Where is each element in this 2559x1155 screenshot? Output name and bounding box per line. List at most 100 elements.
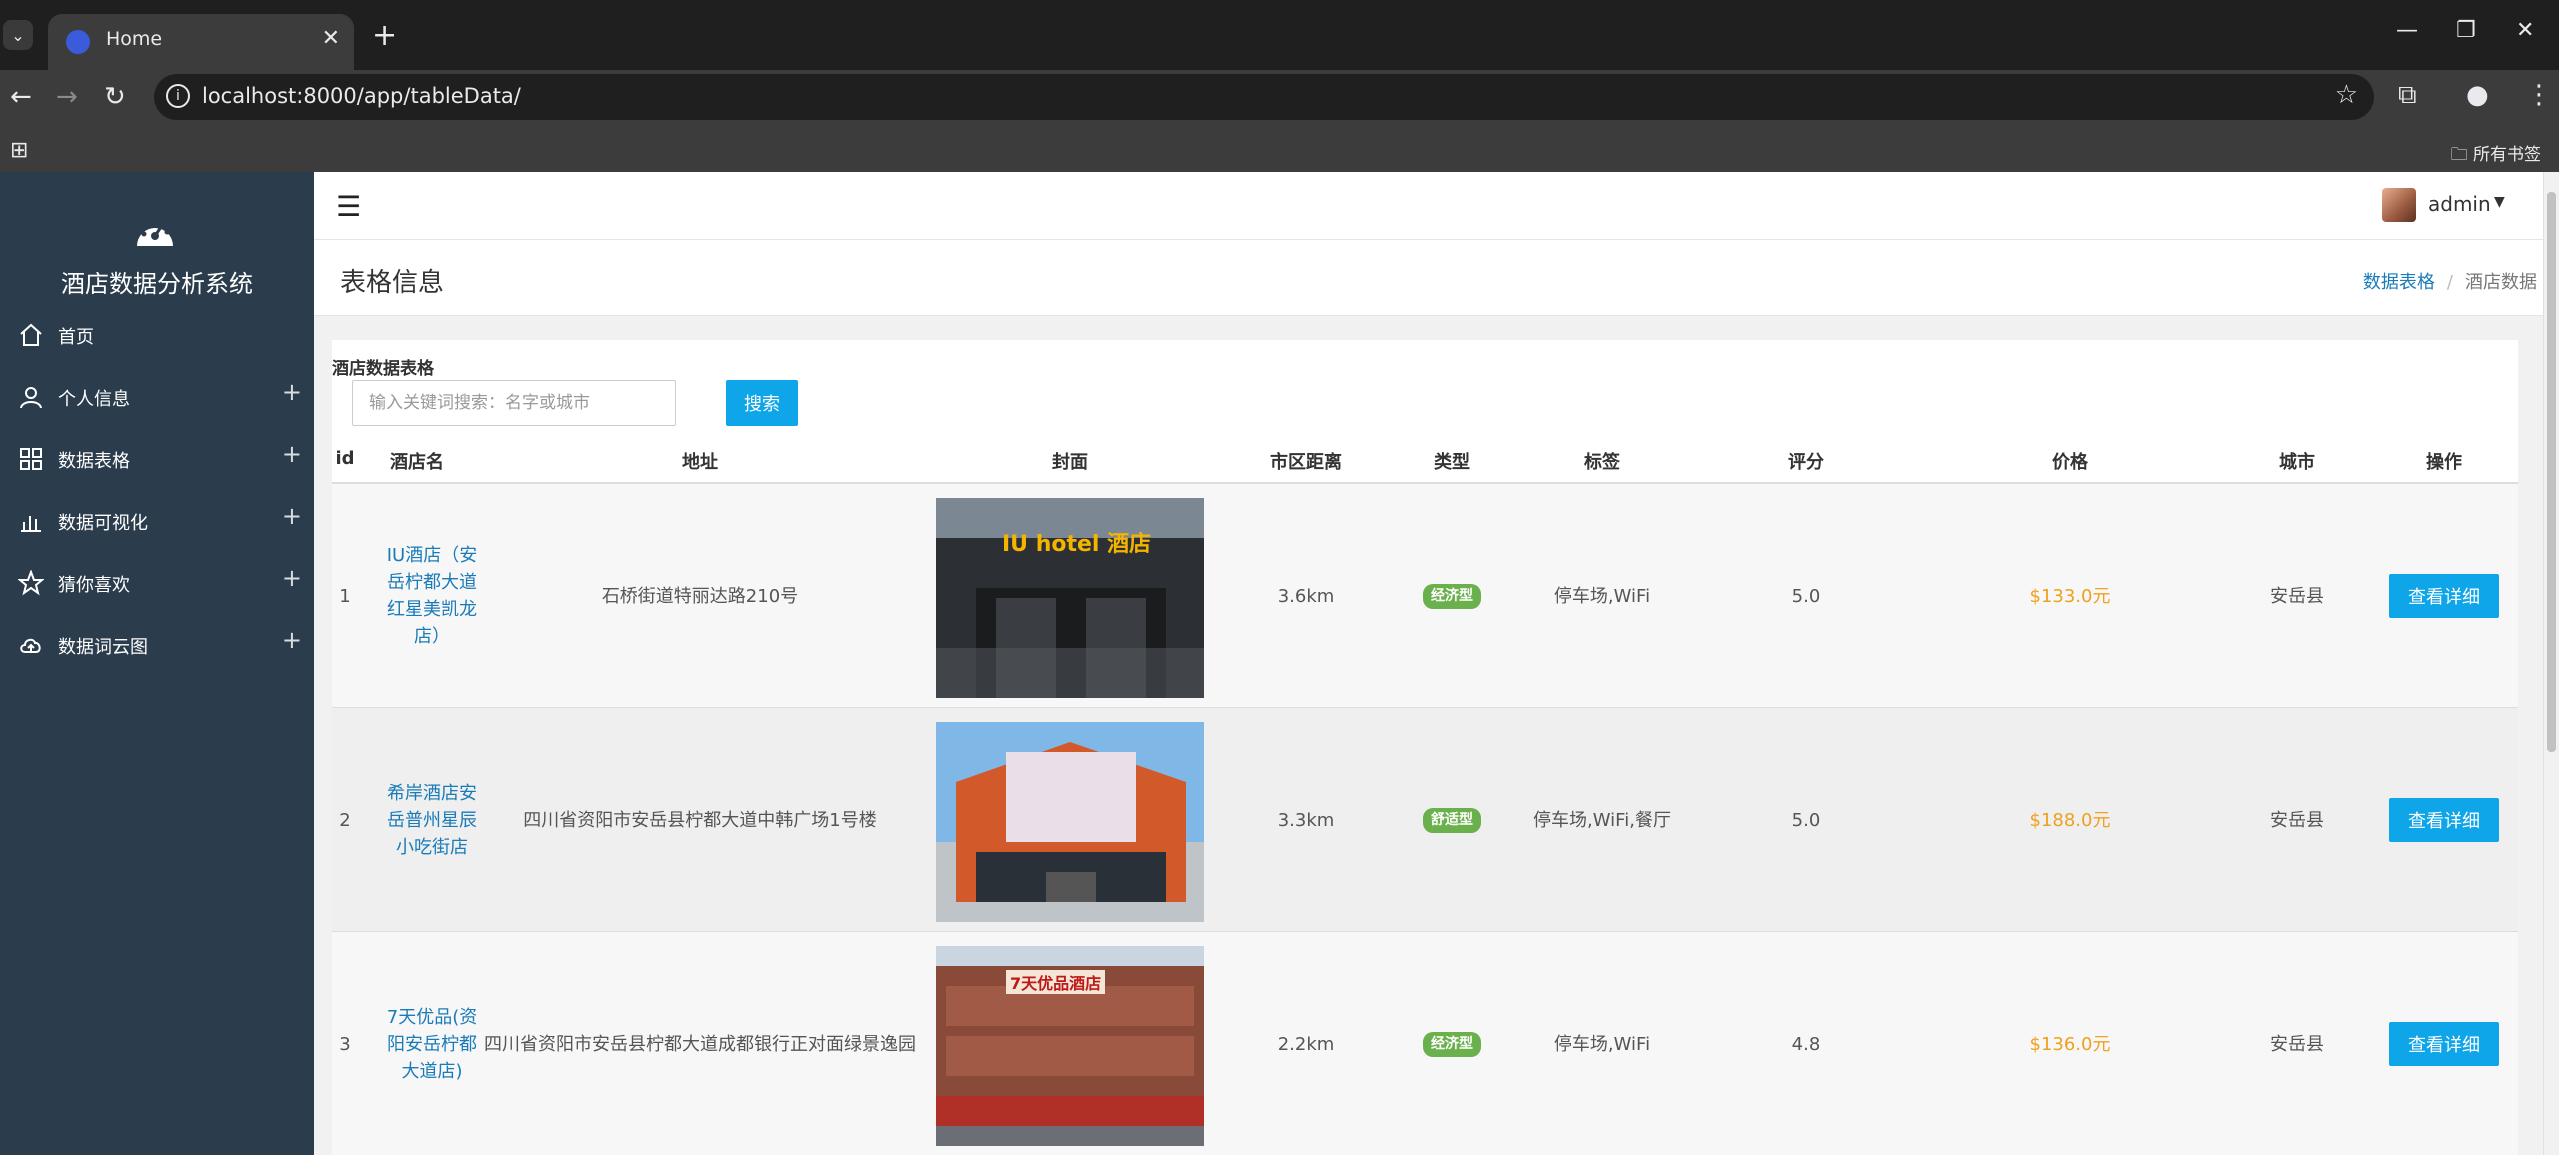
- cell-tags: 停车场,WiFi: [1553, 1033, 1651, 1055]
- sidebar: 酒店数据分析系统 首页 个人信息 + 数据表格 + 数据可视化 + 猜你喜欢 +…: [0, 172, 314, 1155]
- table-row: 1 IU酒店（安岳柠都大道红星美凯龙店） 石桥街道特丽达路210号 IU hot…: [332, 484, 2518, 708]
- cell-id: 3: [339, 1033, 351, 1055]
- hotel-name-link[interactable]: IU酒店（安岳柠都大道红星美凯龙店）: [382, 484, 482, 708]
- table-row: 3 7天优品(资阳安岳柠都大道店) 四川省资阳市安岳县柠都大道成都银行正对面绿景…: [332, 932, 2518, 1155]
- expand-plus-icon[interactable]: +: [282, 564, 302, 592]
- grid-icon: [20, 448, 42, 470]
- tab-search-button[interactable]: ⌄: [3, 20, 33, 50]
- column-header-name: 酒店名: [390, 452, 444, 473]
- search-button[interactable]: 搜索: [726, 380, 798, 426]
- menu-toggle-icon[interactable]: ☰: [336, 190, 361, 223]
- sidebar-item-wordcloud[interactable]: 数据词云图 +: [0, 614, 314, 676]
- page-header: 表格信息 数据表格 / 酒店数据: [314, 240, 2543, 316]
- cell-address: 四川省资阳市安岳县柠都大道中韩广场1号楼: [523, 809, 877, 831]
- expand-plus-icon[interactable]: +: [282, 378, 302, 406]
- type-badge: 经济型: [1423, 583, 1481, 609]
- chevron-down-icon[interactable]: ▼: [2494, 194, 2505, 210]
- user-name[interactable]: admin: [2428, 192, 2491, 216]
- tab-favicon-icon: [66, 30, 90, 54]
- column-header-action: 操作: [2426, 452, 2462, 473]
- sidebar-item-recommend[interactable]: 猜你喜欢 +: [0, 552, 314, 614]
- view-detail-button[interactable]: 查看详细: [2389, 798, 2499, 842]
- scrollbar-thumb[interactable]: [2547, 192, 2556, 752]
- url-text[interactable]: localhost:8000/app/tableData/: [202, 84, 521, 108]
- expand-plus-icon[interactable]: +: [282, 502, 302, 530]
- table-row: 2 希岸酒店安岳普州星辰小吃街店 四川省资阳市安岳县柠都大道中韩广场1号楼 3.…: [332, 708, 2518, 932]
- user-icon: [20, 387, 42, 409]
- cell-city: 安岳县: [2270, 1033, 2324, 1055]
- forward-icon[interactable]: →: [56, 82, 78, 112]
- column-header-city: 城市: [2279, 452, 2315, 473]
- cell-score: 4.8: [1791, 1033, 1821, 1055]
- hotel-name-link[interactable]: 希岸酒店安岳普州星辰小吃街店: [382, 708, 482, 932]
- avatar[interactable]: [2382, 188, 2416, 222]
- browser-tab[interactable]: Home ✕: [48, 14, 354, 70]
- page-viewport: 酒店数据分析系统 首页 个人信息 + 数据表格 + 数据可视化 + 猜你喜欢 +…: [0, 172, 2559, 1155]
- profile-icon[interactable]: ●: [2466, 80, 2489, 110]
- sidebar-item-home[interactable]: 首页: [0, 304, 314, 366]
- dashboard-logo-icon: [137, 217, 173, 246]
- search-input[interactable]: [352, 380, 676, 426]
- minimize-icon[interactable]: —: [2396, 18, 2418, 43]
- star-icon: [18, 570, 44, 596]
- sidebar-item-label: 首页: [58, 327, 94, 348]
- apps-icon[interactable]: ⊞: [10, 138, 28, 163]
- cell-tags: 停车场,WiFi: [1553, 585, 1651, 607]
- sidebar-item-label: 猜你喜欢: [58, 575, 130, 596]
- view-detail-button[interactable]: 查看详细: [2389, 1022, 2499, 1066]
- breadcrumb-current: 酒店数据: [2465, 272, 2537, 293]
- cell-address: 石桥街道特丽达路210号: [601, 585, 799, 607]
- column-header-tags: 标签: [1584, 452, 1620, 473]
- tab-title: Home: [106, 28, 163, 50]
- extensions-icon[interactable]: ⧉: [2398, 80, 2417, 111]
- type-badge: 舒适型: [1423, 807, 1481, 833]
- sidebar-item-visualization[interactable]: 数据可视化 +: [0, 490, 314, 552]
- page-scrollbar[interactable]: [2543, 172, 2559, 1155]
- browser-toolbar: ← → ↻ i localhost:8000/app/tableData/ ☆ …: [0, 70, 2559, 132]
- column-header-type: 类型: [1434, 452, 1470, 473]
- bar-chart-icon: [21, 516, 41, 532]
- hotel-cover-image: 7天优品酒店: [936, 946, 1204, 1146]
- cell-action: 查看详细: [2370, 932, 2518, 1155]
- new-tab-icon[interactable]: +: [372, 18, 397, 53]
- cell-type: 经济型: [1396, 932, 1508, 1155]
- all-bookmarks[interactable]: 🗀 所有书签: [2451, 140, 2541, 171]
- site-info-icon[interactable]: i: [166, 84, 190, 108]
- hotel-name-link[interactable]: 7天优品(资阳安岳柠都大道店): [382, 932, 482, 1155]
- expand-plus-icon[interactable]: +: [282, 440, 302, 468]
- browser-menu-icon[interactable]: ⋮: [2526, 80, 2552, 110]
- table-card: 酒店数据表格 搜索 id 酒店名 地址 封面 市区距离 类型 标签 评分 价格 …: [332, 340, 2518, 1155]
- sidebar-item-data-table[interactable]: 数据表格 +: [0, 428, 314, 490]
- browser-tab-bar: ⌄ Home ✕ + — ❐ ✕: [0, 0, 2559, 70]
- sidebar-item-label: 个人信息: [58, 389, 130, 410]
- cell-address: 四川省资阳市安岳县柠都大道成都银行正对面绿景逸园: [484, 1033, 916, 1055]
- sidebar-item-label: 数据可视化: [58, 513, 148, 534]
- address-bar[interactable]: i localhost:8000/app/tableData/ ☆: [154, 74, 2374, 120]
- close-window-icon[interactable]: ✕: [2516, 18, 2534, 43]
- page-title: 表格信息: [340, 268, 445, 298]
- folder-icon: 🗀: [2450, 145, 2473, 165]
- cell-action: 查看详细: [2370, 484, 2518, 708]
- cell-distance: 2.2km: [1277, 1033, 1335, 1055]
- view-detail-button[interactable]: 查看详细: [2389, 574, 2499, 618]
- back-icon[interactable]: ←: [10, 82, 32, 112]
- cell-price: $188.0元: [2029, 809, 2111, 831]
- restore-icon[interactable]: ❐: [2456, 18, 2476, 43]
- breadcrumb-separator: /: [2446, 272, 2453, 293]
- cloud-icon: [20, 638, 41, 653]
- type-badge: 经济型: [1423, 1031, 1481, 1057]
- breadcrumb: 数据表格 / 酒店数据: [2363, 268, 2537, 294]
- hotel-sign-text: IU hotel 酒店: [1002, 532, 1152, 557]
- tab-close-icon[interactable]: ✕: [322, 26, 340, 51]
- breadcrumb-link[interactable]: 数据表格: [2363, 272, 2435, 293]
- sidebar-item-profile[interactable]: 个人信息 +: [0, 366, 314, 428]
- cell-price: $133.0元: [2029, 585, 2111, 607]
- column-header-id: id: [335, 448, 355, 469]
- column-header-cover: 封面: [1052, 452, 1088, 473]
- expand-plus-icon[interactable]: +: [282, 626, 302, 654]
- sidebar-item-label: 数据表格: [58, 451, 130, 472]
- cell-score: 5.0: [1791, 585, 1821, 607]
- reload-icon[interactable]: ↻: [104, 82, 126, 112]
- cell-price: $136.0元: [2029, 1033, 2111, 1055]
- bookmark-star-icon[interactable]: ☆: [2335, 80, 2358, 110]
